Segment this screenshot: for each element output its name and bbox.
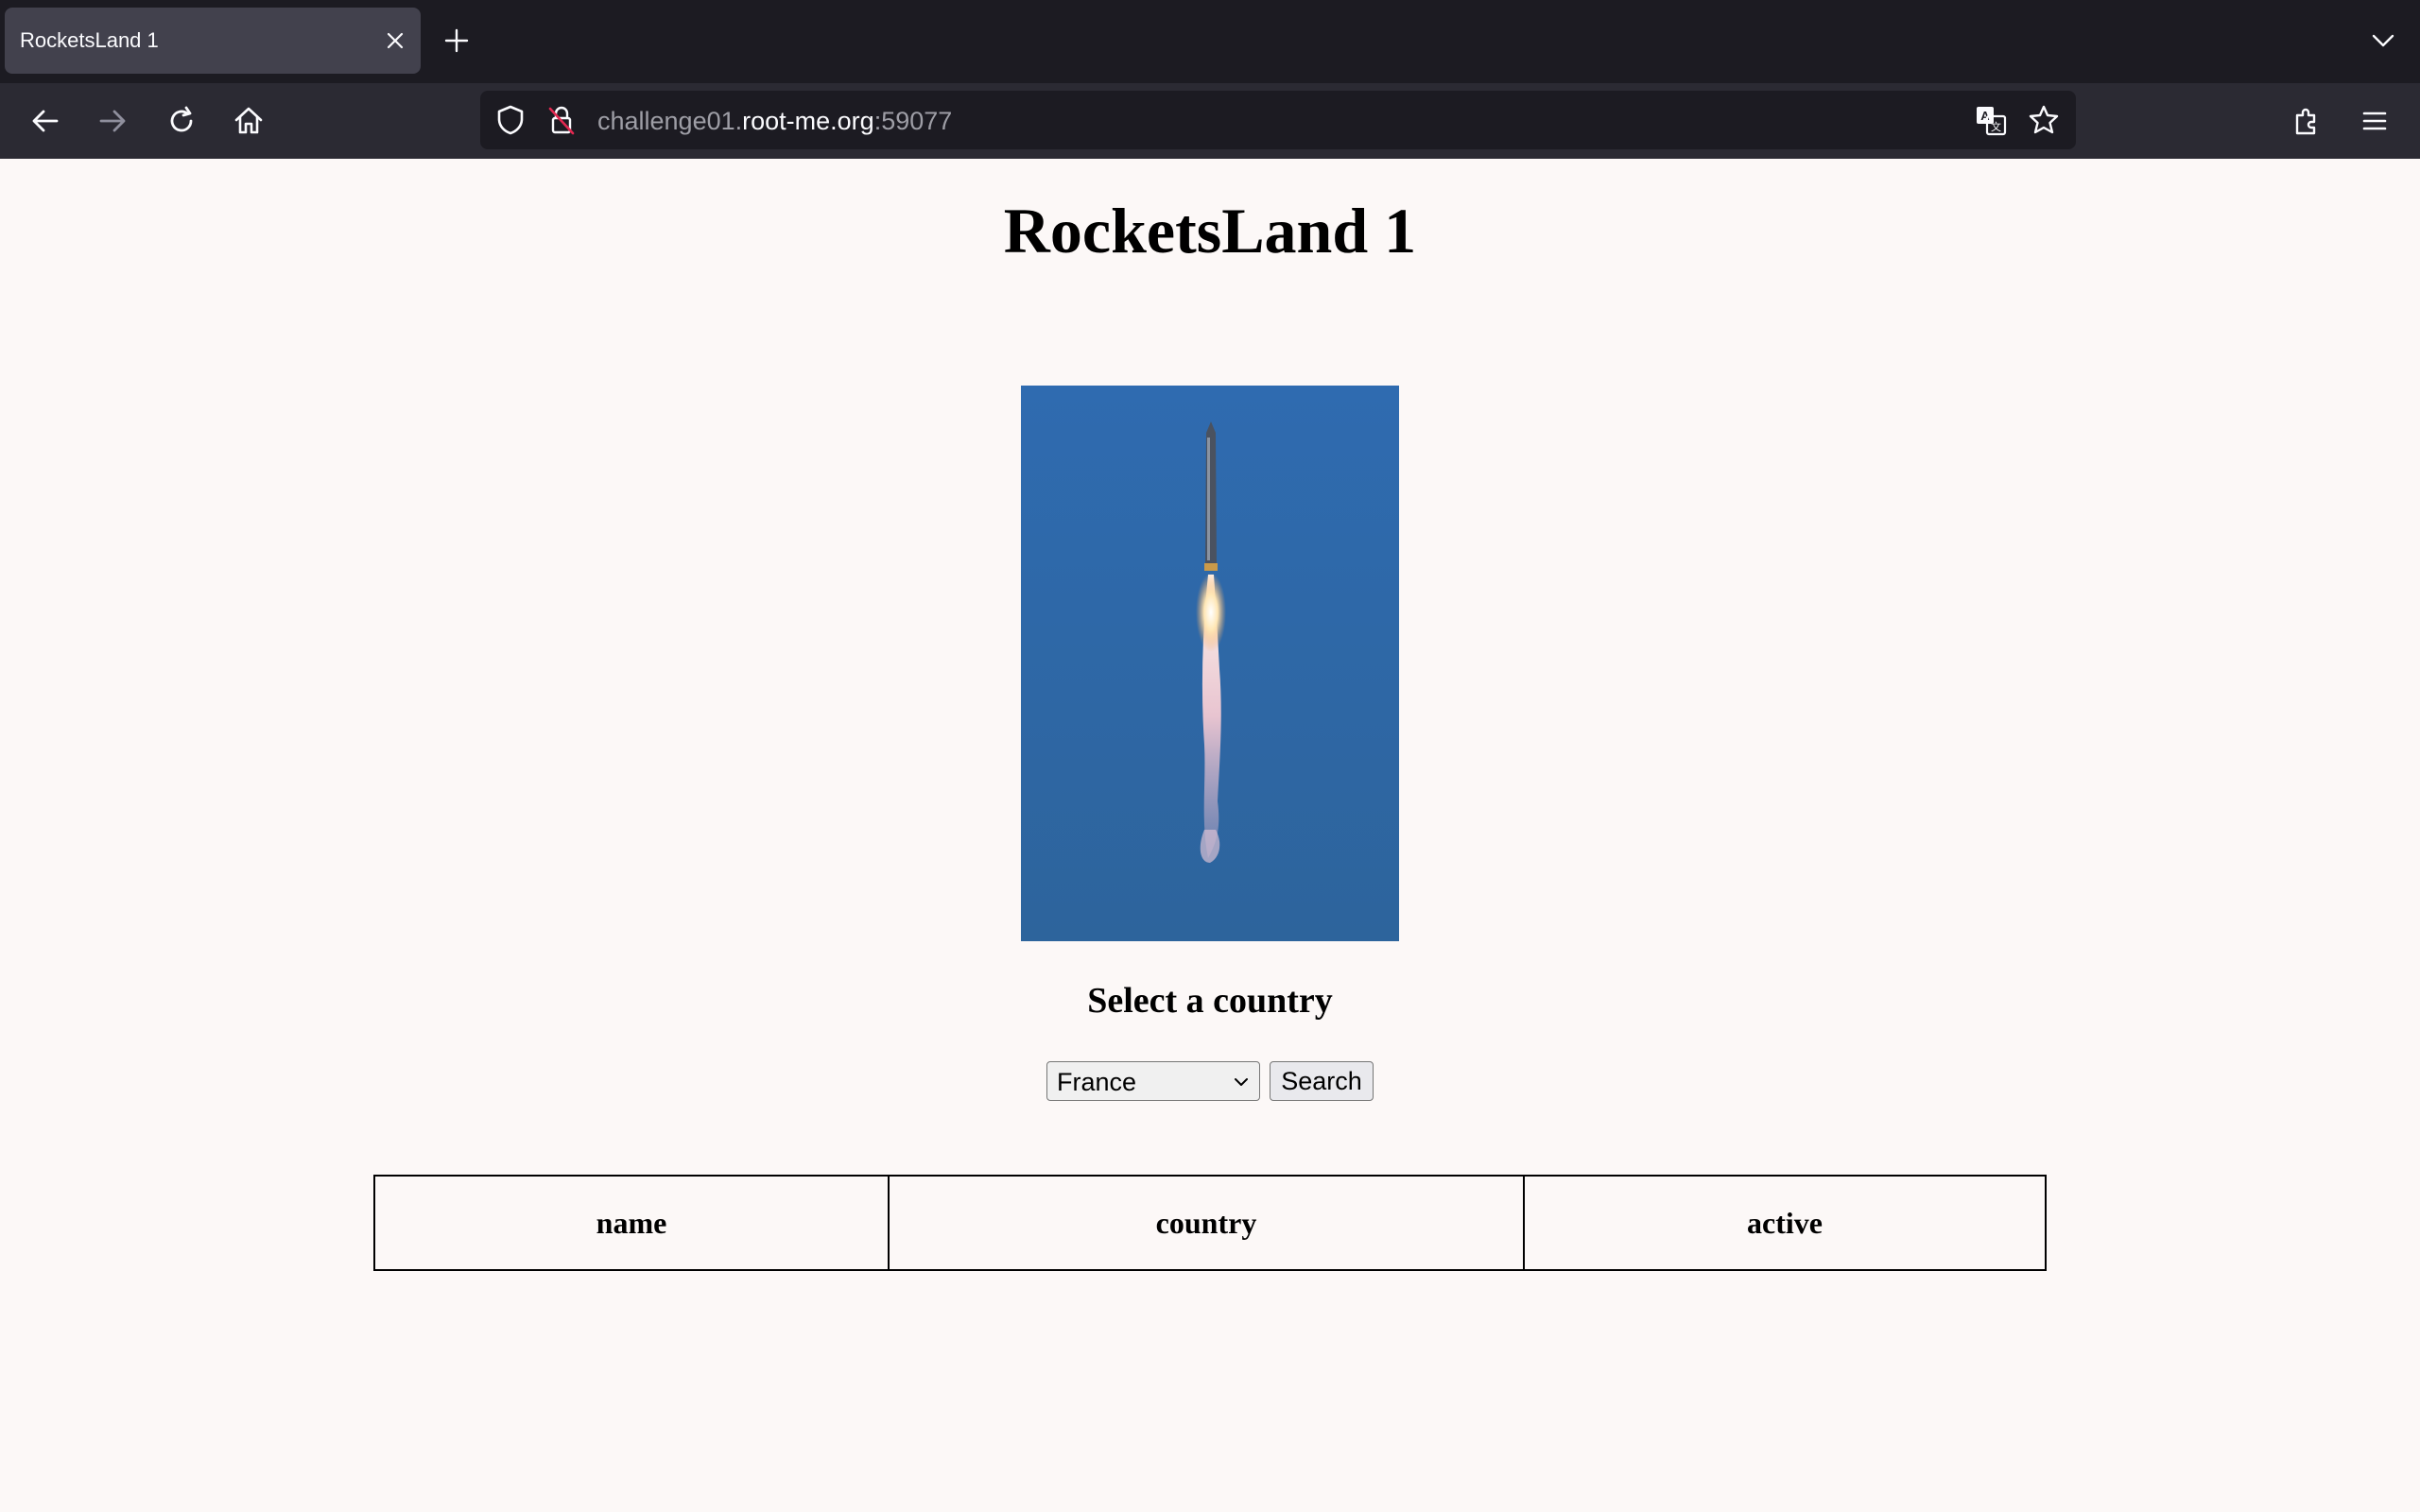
browser-toolbar: challenge01.root-me.org:59077 A 文 [0,83,2420,159]
column-header-name: name [373,1175,890,1271]
page-content: RocketsLand 1 Select a country France Se… [0,159,2420,1512]
shield-icon[interactable] [493,103,527,137]
back-arrow-icon[interactable] [28,104,62,138]
url-domain: root-me.org [742,107,874,135]
browser-tab-bar: RocketsLand 1 [0,0,2420,83]
translate-icon[interactable]: A 文 [1974,103,2008,137]
column-header-country: country [888,1175,1525,1271]
menu-icon[interactable] [2358,104,2392,138]
rocket-launch-image [1021,386,1399,941]
reload-icon[interactable] [164,104,199,138]
insecure-lock-icon[interactable] [544,103,579,137]
chevron-down-icon[interactable] [2369,26,2397,55]
extensions-icon[interactable] [2290,104,2324,138]
forward-arrow-icon[interactable] [95,104,130,138]
country-select[interactable]: France [1046,1061,1260,1101]
country-select-value: France [1057,1068,1137,1096]
close-icon[interactable] [383,28,407,53]
page-title: RocketsLand 1 [1003,195,1417,266]
url-subdomain: challenge01. [597,107,743,135]
home-icon[interactable] [232,104,266,138]
svg-text:文: 文 [1991,120,2001,133]
chevron-down-icon [1235,1078,1248,1086]
column-header-active: active [1523,1175,2047,1271]
search-button[interactable]: Search [1270,1061,1374,1101]
address-bar[interactable]: challenge01.root-me.org:59077 A 文 [480,91,2076,149]
url-text[interactable]: challenge01.root-me.org:59077 [597,107,952,135]
star-icon[interactable] [2027,103,2061,137]
results-table: name country active [373,1175,2047,1271]
browser-tab[interactable]: RocketsLand 1 [5,8,421,74]
table-header-row: name country active [373,1175,2047,1271]
tab-title: RocketsLand 1 [20,28,159,52]
url-port: :59077 [873,107,953,135]
plus-icon[interactable] [442,26,471,55]
select-country-heading: Select a country [1087,981,1333,1021]
